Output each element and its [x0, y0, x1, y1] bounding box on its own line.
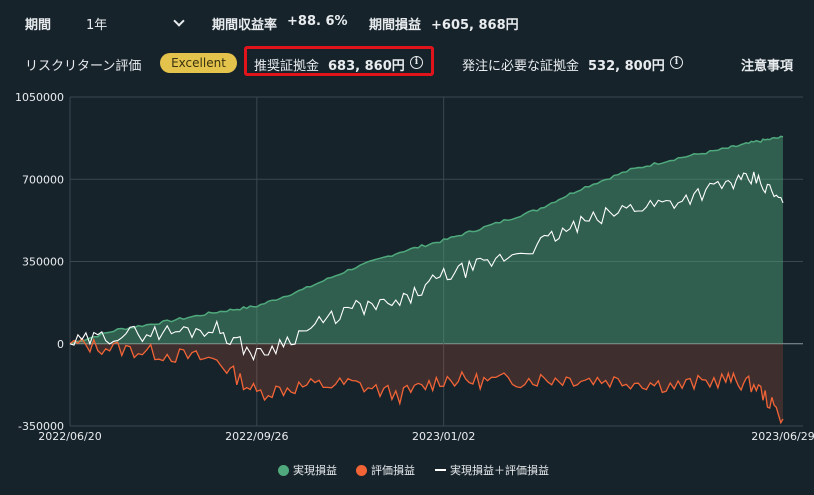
x-tick-label: 2022/06/20	[38, 430, 101, 443]
y-tick-label: 350000	[22, 256, 64, 269]
realized-area	[70, 136, 783, 344]
legend-unrealized-label: 評価損益	[371, 464, 415, 477]
x-tick-label: 2023/01/02	[412, 430, 475, 443]
y-tick-label: 700000	[22, 173, 64, 186]
green-dot-icon	[278, 465, 289, 476]
legend-realized-label: 実現損益	[293, 464, 337, 477]
y-tick-label: 0	[57, 338, 64, 351]
legend-total[interactable]: 実現損益＋評価損益	[435, 462, 549, 478]
y-tick-label: 1050000	[15, 91, 64, 104]
legend-realized[interactable]: 実現損益	[278, 462, 337, 478]
orange-dot-icon	[356, 465, 367, 476]
legend-unrealized[interactable]: 評価損益	[356, 462, 415, 478]
pnl-chart: 10500007000003500000-3500002022/06/20 202…	[15, 91, 814, 443]
line-icon	[435, 469, 446, 471]
x-tick-label: 2023/06/29	[751, 430, 814, 443]
x-tick-label: 2022/09/26	[225, 430, 288, 443]
legend-total-label: 実現損益＋評価損益	[450, 464, 549, 477]
unrealized-area	[70, 338, 783, 423]
chart-legend: 実現損益 評価損益 実現損益＋評価損益	[0, 462, 814, 480]
